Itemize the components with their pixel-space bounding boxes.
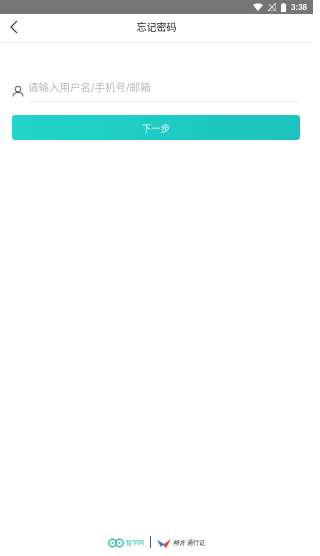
zhixue-logo-icon xyxy=(108,533,124,552)
signal-icon xyxy=(267,3,276,11)
user-icon xyxy=(12,82,24,97)
zhixue-brand: 智学网 xyxy=(108,533,144,552)
page-title: 忘记密码 xyxy=(136,23,177,34)
status-time: 3:38 xyxy=(290,2,307,12)
footer: 智学网 畅言 通行证 xyxy=(0,533,313,551)
zhixue-brand-text: 智学网 xyxy=(125,539,144,547)
next-button[interactable]: 下一步 xyxy=(12,115,300,140)
header: 忘记密码 xyxy=(0,14,313,43)
battery-icon xyxy=(280,2,286,12)
changyan-logo-icon xyxy=(156,533,171,552)
changyan-brand-suffix: 通行证 xyxy=(187,539,206,547)
status-bar: 3:38 xyxy=(0,0,313,14)
changyan-brand-name: 畅言 xyxy=(172,539,185,547)
changyan-brand: 畅言 通行证 xyxy=(156,533,206,552)
footer-divider xyxy=(149,536,151,548)
username-input[interactable] xyxy=(28,74,301,102)
username-row xyxy=(12,74,301,102)
wifi-icon xyxy=(252,3,263,11)
